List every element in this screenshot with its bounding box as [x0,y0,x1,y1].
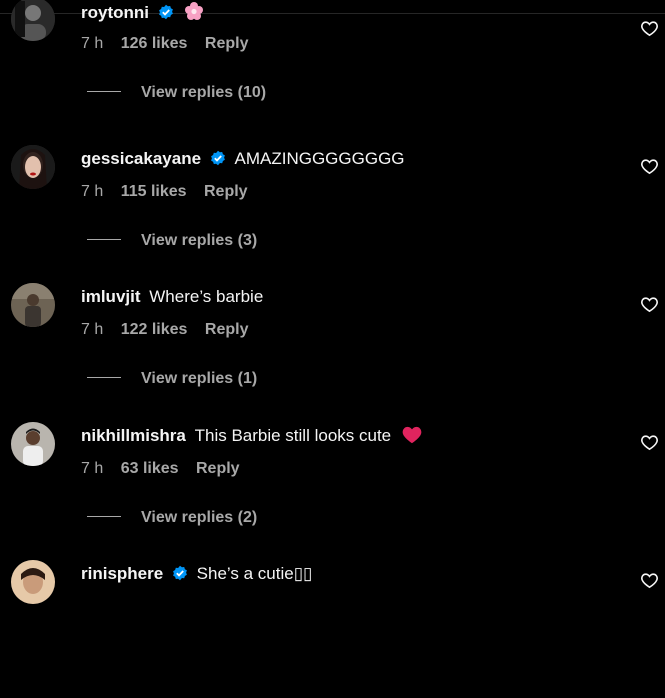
heart-outline-icon[interactable] [640,571,659,590]
view-replies-button[interactable]: View replies (1) [87,370,257,388]
comment-time: 7 h [81,183,104,200]
replies-divider [87,91,121,92]
comment-username[interactable]: nikhillmishra [81,426,186,445]
verified-badge-icon [158,4,174,25]
flower-emoji-icon [184,1,204,26]
avatar[interactable] [11,0,55,41]
heart-outline-icon[interactable] [640,19,659,38]
comment-meta: 7 h 126 likes Reply [81,35,261,53]
comment-line: nikhillmishra This Barbie still looks cu… [81,426,422,449]
comment-meta: 7 h 115 likes Reply [81,183,261,201]
comment-line: rinisphere She’s a cutie▯▯ [81,564,312,586]
comment-text: This Barbie still looks cute [194,426,392,445]
comment-text: Where’s barbie [149,287,264,306]
heart-outline-icon[interactable] [640,295,659,314]
avatar[interactable] [11,145,55,189]
comment-meta: 7 h 63 likes Reply [81,460,253,478]
comment-time: 7 h [81,35,104,52]
view-replies-label: View replies (2) [141,509,258,526]
comment-item: nikhillmishra This Barbie still looks cu… [0,422,665,560]
reply-button[interactable]: Reply [205,321,249,338]
avatar[interactable] [11,283,55,327]
replies-divider [87,377,121,378]
comment-item: rinisphere She’s a cutie▯▯ [0,560,665,698]
comment-text: She’s a cutie▯▯ [196,564,313,583]
avatar[interactable] [11,422,55,466]
reply-button[interactable]: Reply [196,460,240,477]
view-replies-button[interactable]: View replies (10) [87,84,266,102]
view-replies-button[interactable]: View replies (2) [87,509,257,527]
comment-item: gessicakayane AMAZINGGGGGGGG 7 h 115 lik… [0,145,665,283]
replies-divider [87,516,121,517]
comment-line: roytonni [81,1,204,26]
comment-line: gessicakayane AMAZINGGGGGGGG [81,149,405,171]
heart-outline-icon[interactable] [640,433,659,452]
heart-outline-icon[interactable] [640,157,659,176]
view-replies-label: View replies (1) [141,370,258,387]
replies-divider [87,239,121,240]
comment-item: imluvjit Where’s barbie 7 h 122 likes Re… [0,283,665,421]
comment-item: roytonni 7 h 126 likes Reply View replie… [0,0,665,135]
comment-meta: 7 h 122 likes Reply [81,321,261,339]
comment-likes[interactable]: 115 likes [121,183,187,200]
view-replies-label: View replies (10) [141,84,267,101]
view-replies-label: View replies (3) [141,232,258,249]
comment-username[interactable]: imluvjit [81,287,141,306]
comment-line: imluvjit Where’s barbie [81,287,263,307]
comment-text: AMAZINGGGGGGGG [234,149,405,168]
view-replies-button[interactable]: View replies (3) [87,232,257,250]
comment-likes[interactable]: 63 likes [121,460,179,477]
reply-button[interactable]: Reply [205,35,249,52]
red-heart-emoji-icon [402,426,422,449]
comment-time: 7 h [81,460,104,477]
reply-button[interactable]: Reply [204,183,248,200]
comment-username[interactable]: roytonni [81,3,149,22]
comment-username[interactable]: rinisphere [81,564,163,583]
comment-username[interactable]: gessicakayane [81,149,201,168]
comment-likes[interactable]: 126 likes [121,35,188,52]
comment-time: 7 h [81,321,104,338]
verified-badge-icon [210,150,226,171]
verified-badge-icon [172,565,188,586]
comment-likes[interactable]: 122 likes [121,321,188,338]
avatar[interactable] [11,560,55,604]
